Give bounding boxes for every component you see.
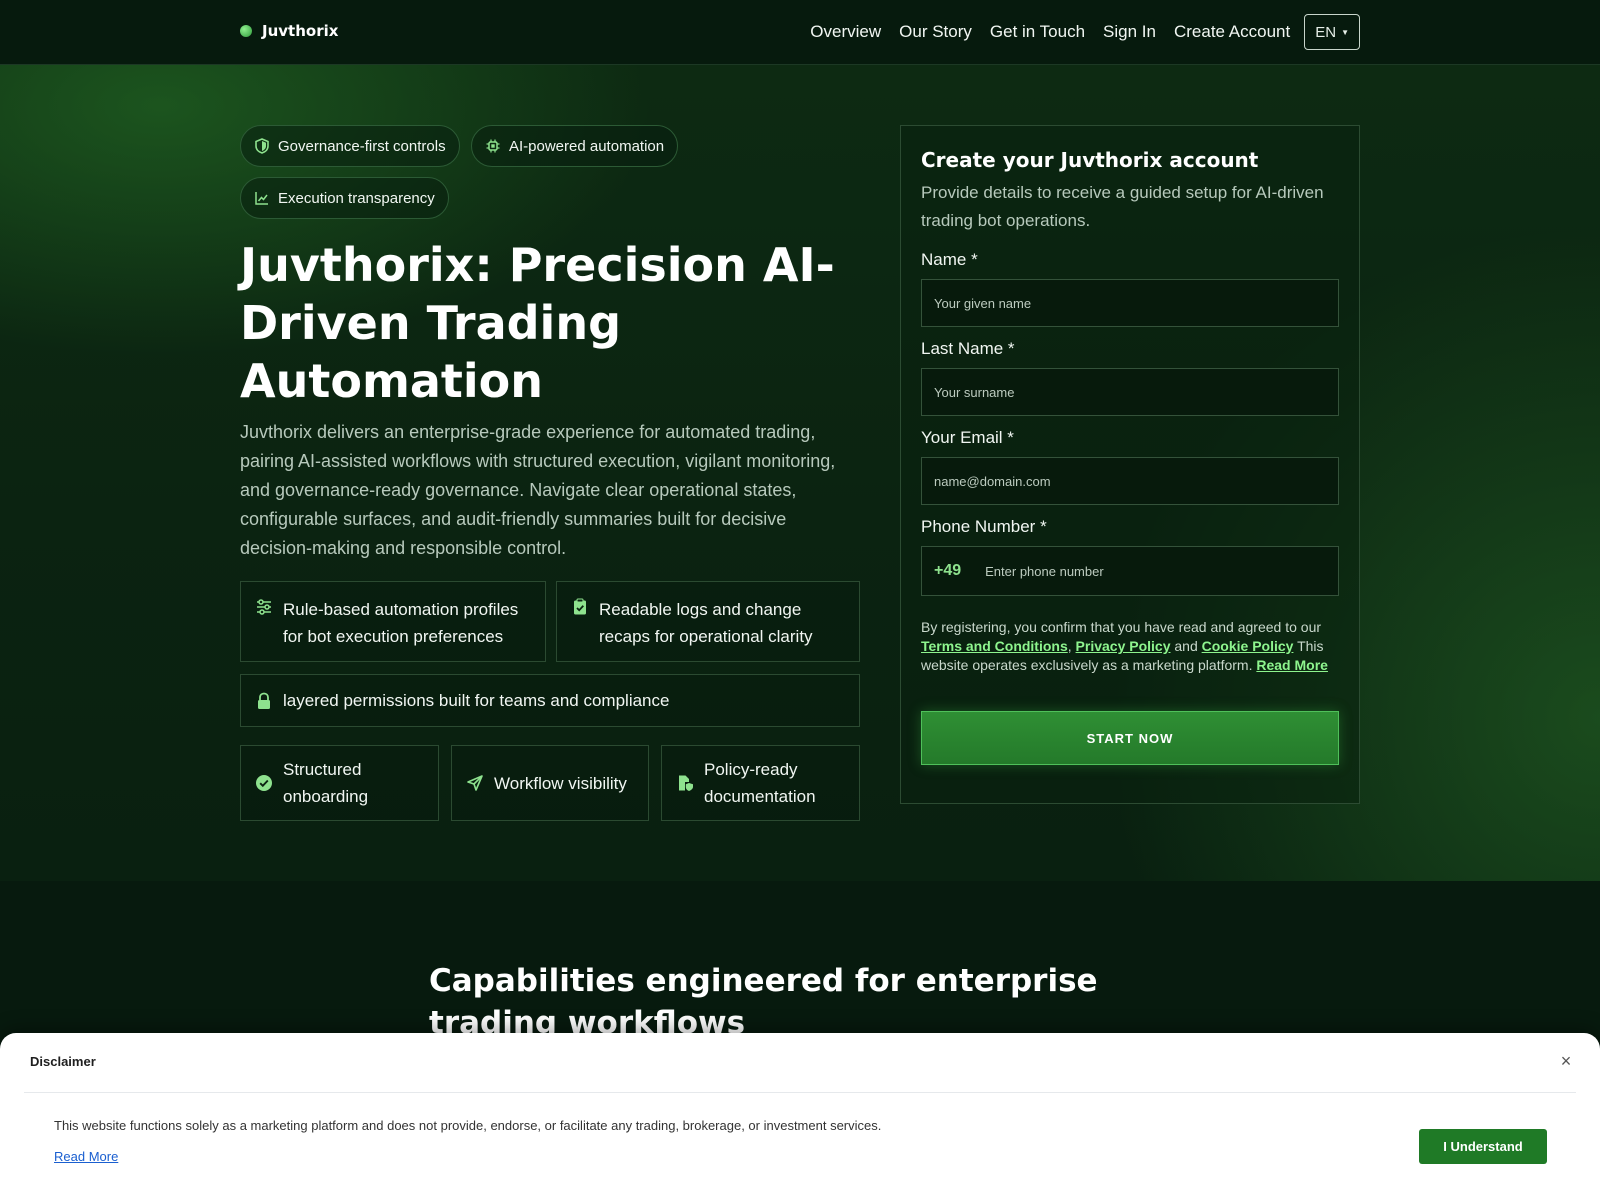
form-read-more-link[interactable]: Read More xyxy=(1256,657,1328,673)
feature-structured-onboarding: Structured onboarding xyxy=(240,745,439,821)
clipboard-check-icon xyxy=(574,598,586,615)
capabilities-title: Capabilities engineered for enterprise t… xyxy=(429,963,1098,1041)
lock-icon xyxy=(258,692,270,709)
brand-dot-icon xyxy=(240,25,252,37)
sliders-icon xyxy=(257,599,271,615)
last-name-field-wrapper xyxy=(921,368,1339,416)
feature-readable-logs: Readable logs and change recaps for oper… xyxy=(556,581,860,662)
brand-logo[interactable]: Juvthorix xyxy=(240,22,338,40)
email-field-wrapper xyxy=(921,457,1339,505)
hero-title: Juvthorix: Precision AI-Driven Trading A… xyxy=(240,238,835,408)
chip-icon xyxy=(486,139,500,153)
feature-label: Policy-ready documentation xyxy=(704,760,816,806)
start-now-button[interactable]: START NOW xyxy=(921,711,1339,765)
feature-label: Readable logs and change recaps for oper… xyxy=(599,600,813,646)
language-selector[interactable]: EN ▼ xyxy=(1304,14,1360,50)
nav-overview[interactable]: Overview xyxy=(810,14,881,50)
registration-form: Create your Juvthorix account Provide de… xyxy=(900,125,1360,804)
phone-country-prefix[interactable]: +49 xyxy=(934,562,961,580)
feature-label: Rule-based automation profiles for bot e… xyxy=(283,600,519,646)
name-input[interactable] xyxy=(934,295,1326,311)
brand-name: Juvthorix xyxy=(262,22,339,40)
pill-label: Execution transparency xyxy=(278,189,435,207)
phone-label: Phone Number * xyxy=(921,517,1047,536)
i-understand-button[interactable]: I Understand xyxy=(1419,1129,1547,1164)
close-icon[interactable]: × xyxy=(1554,1049,1578,1073)
feature-workflow-visibility: Workflow visibility xyxy=(451,745,649,821)
pill-governance: Governance-first controls xyxy=(240,125,460,167)
last-name-input[interactable] xyxy=(934,384,1326,400)
feature-label: layered permissions built for teams and … xyxy=(283,691,670,710)
phone-field-wrapper: +49 xyxy=(921,546,1339,596)
main-nav: Overview Our Story Get in Touch Sign In … xyxy=(792,14,1360,50)
disclaimer-header xyxy=(24,1033,1576,1093)
top-navigation-bar: Juvthorix Overview Our Story Get in Touc… xyxy=(0,0,1600,65)
name-field-wrapper xyxy=(921,279,1339,327)
pill-label: AI-powered automation xyxy=(509,137,665,155)
chart-line-icon xyxy=(255,192,268,205)
shield-icon xyxy=(255,138,269,154)
language-label: EN xyxy=(1315,23,1337,41)
nav-get-in-touch[interactable]: Get in Touch xyxy=(990,14,1085,50)
phone-input[interactable] xyxy=(985,563,1326,579)
disclaimer-banner: Disclaimer × This website functions sole… xyxy=(0,1033,1600,1200)
disclaimer-text: This website functions solely as a marke… xyxy=(54,1118,882,1133)
form-title: Create your Juvthorix account xyxy=(921,148,1259,172)
consent-and: and xyxy=(1170,638,1202,654)
consent-text: By registering, you confirm that you hav… xyxy=(921,618,1339,675)
feature-layered-permissions: layered permissions built for teams and … xyxy=(240,674,860,727)
feature-rule-based: Rule-based automation profiles for bot e… xyxy=(240,581,546,662)
nav-our-story[interactable]: Our Story xyxy=(899,14,972,50)
email-label: Your Email * xyxy=(921,428,1014,447)
feature-label: Workflow visibility xyxy=(494,773,627,793)
pill-label: Governance-first controls xyxy=(278,137,446,155)
consent-intro: By registering, you confirm that you hav… xyxy=(921,619,1322,635)
pill-ai-automation: AI-powered automation xyxy=(471,125,679,167)
form-subtitle: Provide details to receive a guided setu… xyxy=(921,183,1324,230)
last-name-label: Last Name * xyxy=(921,339,1015,358)
file-shield-icon xyxy=(679,775,693,791)
feature-policy-documentation: Policy-ready documentation xyxy=(661,745,860,821)
consent-separator: , xyxy=(1067,638,1076,654)
caret-down-icon: ▼ xyxy=(1341,27,1349,37)
privacy-link[interactable]: Privacy Policy xyxy=(1076,638,1171,654)
name-label: Name * xyxy=(921,250,978,269)
hero-description: Juvthorix delivers an enterprise-grade e… xyxy=(240,422,836,558)
cookie-link[interactable]: Cookie Policy xyxy=(1202,638,1294,654)
email-input[interactable] xyxy=(934,473,1326,489)
terms-link[interactable]: Terms and Conditions xyxy=(921,638,1068,654)
check-circle-icon xyxy=(256,775,272,791)
send-icon xyxy=(467,775,483,791)
disclaimer-read-more-link[interactable]: Read More xyxy=(54,1149,118,1164)
feature-label: Structured onboarding xyxy=(283,760,369,806)
nav-create-account[interactable]: Create Account xyxy=(1174,14,1290,50)
pill-execution-transparency: Execution transparency xyxy=(240,177,449,219)
nav-sign-in[interactable]: Sign In xyxy=(1103,14,1156,50)
disclaimer-title: Disclaimer xyxy=(30,1054,96,1069)
